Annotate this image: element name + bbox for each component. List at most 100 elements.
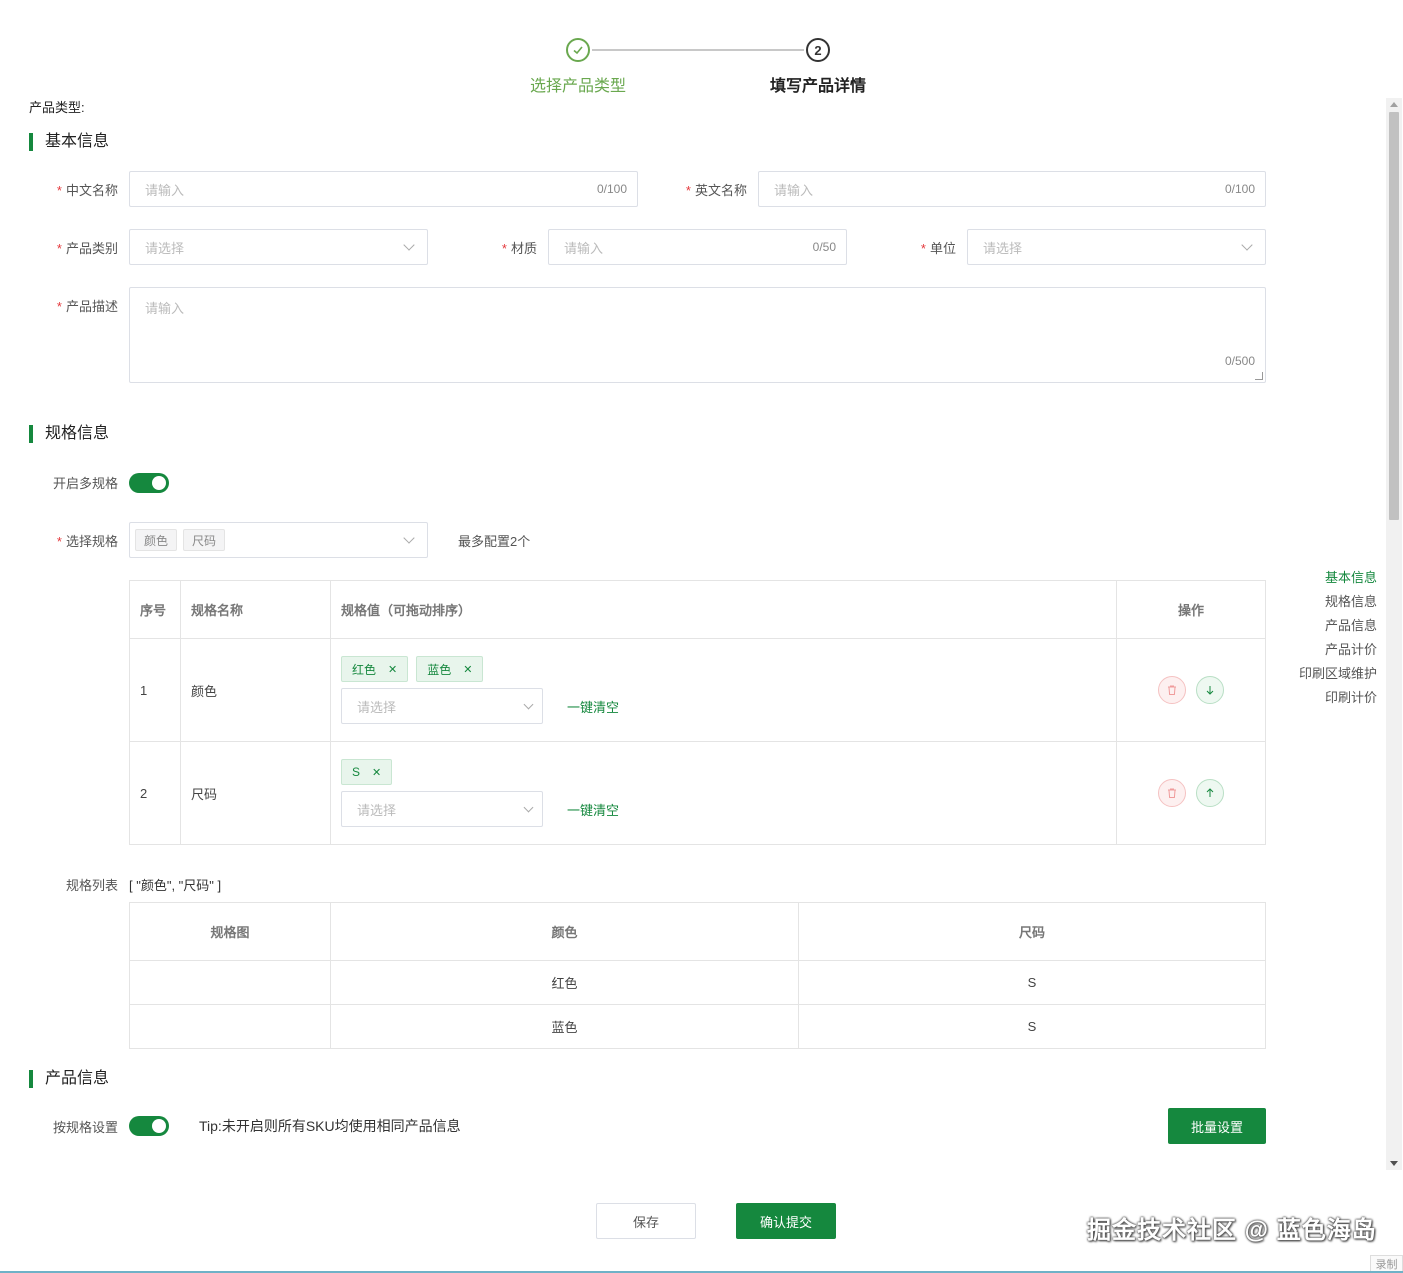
value-select[interactable]: 请选择 <box>341 791 543 827</box>
select-spec-label: * 选择规格 <box>56 534 118 549</box>
multi-spec-switch[interactable] <box>129 473 169 493</box>
row-spec-name: 尺码 <box>180 742 330 844</box>
submit-button[interactable]: 确认提交 <box>736 1203 836 1239</box>
chevron-down-icon <box>403 532 415 544</box>
close-icon[interactable]: ✕ <box>372 766 381 779</box>
switch-knob <box>152 1119 166 1133</box>
clear-all-link[interactable]: 一键清空 <box>567 800 619 819</box>
sku-image-cell[interactable] <box>130 961 330 1004</box>
cn-name-count: 0/100 <box>596 182 627 196</box>
value-tag[interactable]: 蓝色 ✕ <box>416 656 484 682</box>
chevron-down-icon <box>523 802 534 812</box>
section-title-product-info: 产品信息 <box>29 1070 109 1088</box>
table-row: 1 颜色 红色 ✕ 蓝色 ✕ 请选择 一键清空 <box>130 638 1265 741</box>
value-tag[interactable]: S ✕ <box>341 759 393 785</box>
material-count: 0/50 <box>812 240 836 254</box>
anchor-nav: 基本信息 规格信息 产品信息 产品计价 印刷区域维护 印刷计价 <box>1299 566 1377 710</box>
row-spec-name: 颜色 <box>180 639 330 741</box>
product-type-label: 产品类型: <box>29 100 85 115</box>
anchor-item-print-pricing[interactable]: 印刷计价 <box>1299 686 1377 710</box>
batch-set-button[interactable]: 批量设置 <box>1168 1108 1266 1144</box>
section-title-spec: 规格信息 <box>29 425 109 443</box>
material-input[interactable]: 请输入 0/50 <box>548 229 847 265</box>
scrollbar-thumb[interactable] <box>1389 112 1399 520</box>
category-select[interactable]: 请选择 <box>129 229 428 265</box>
desc-label: * 产品描述 <box>56 299 118 314</box>
chevron-down-icon <box>523 699 534 709</box>
spec-tag-color[interactable]: 颜色 <box>135 529 178 551</box>
table-row: 2 尺码 S ✕ 请选择 一键清空 <box>130 741 1265 844</box>
row-operations <box>1116 639 1265 741</box>
header-spec-values: 规格值（可拖动排序） <box>330 581 1116 638</box>
cn-name-label: * 中文名称 <box>56 183 118 198</box>
arrow-up-icon[interactable] <box>1196 779 1224 807</box>
table-row: 红色 S <box>130 960 1265 1004</box>
row-index: 2 <box>140 785 148 801</box>
spec-table-header: 序号 规格名称 规格值（可拖动排序） 操作 <box>130 581 1265 638</box>
spec-table: 序号 规格名称 规格值（可拖动排序） 操作 1 颜色 红色 ✕ 蓝色 ✕ 请选择 一… <box>129 580 1266 845</box>
sku-color: 红色 <box>330 961 798 1004</box>
resize-handle[interactable] <box>1255 372 1263 380</box>
watermark: 掘金技术社区 @ 蓝色海岛 <box>1087 1217 1377 1244</box>
desc-count: 0/500 <box>1224 354 1255 368</box>
cn-name-input[interactable]: 请输入 0/100 <box>129 171 638 207</box>
chevron-down-icon <box>403 239 415 251</box>
step-2-number: 2 <box>806 38 830 62</box>
row-spec-values: S ✕ 请选择 一键清空 <box>330 742 1116 844</box>
anchor-item-spec[interactable]: 规格信息 <box>1299 590 1377 614</box>
sku-table: 规格图 颜色 尺码 红色 S 蓝色 S <box>129 902 1266 1049</box>
steps-bar: 选择产品类型 2 填写产品详情 <box>0 18 1403 95</box>
header-size: 尺码 <box>798 903 1265 960</box>
step-connector <box>592 49 804 51</box>
spec-tag-size[interactable]: 尺码 <box>183 529 226 551</box>
save-button[interactable]: 保存 <box>596 1203 696 1239</box>
anchor-item-basic[interactable]: 基本信息 <box>1299 566 1377 590</box>
close-icon[interactable]: ✕ <box>463 663 472 676</box>
en-name-input[interactable]: 请输入 0/100 <box>758 171 1266 207</box>
unit-label: * 单位 <box>920 241 956 256</box>
by-spec-tip: Tip:未开启则所有SKU均使用相同产品信息 <box>199 1118 461 1134</box>
material-label: * 材质 <box>501 241 537 256</box>
anchor-item-pricing[interactable]: 产品计价 <box>1299 638 1377 662</box>
multi-spec-label: 开启多规格 <box>52 476 118 491</box>
check-icon <box>566 38 590 62</box>
spec-multiselect[interactable]: 颜色 尺码 <box>129 522 428 558</box>
row-index: 1 <box>140 682 148 698</box>
spec-list-value: [ "颜色", "尺码" ] <box>129 878 222 893</box>
arrow-down-icon[interactable] <box>1196 676 1224 704</box>
step-2-label: 填写产品详情 <box>770 78 867 95</box>
scrollbar[interactable] <box>1386 98 1402 1170</box>
sku-size: S <box>798 1005 1265 1048</box>
scroll-up-icon[interactable] <box>1390 102 1398 107</box>
section-title-basic: 基本信息 <box>29 133 109 151</box>
scroll-down-icon[interactable] <box>1390 1161 1398 1166</box>
sku-image-cell[interactable] <box>130 1005 330 1048</box>
sku-color: 蓝色 <box>330 1005 798 1048</box>
by-spec-switch[interactable] <box>129 1116 169 1136</box>
trash-icon[interactable] <box>1158 676 1186 704</box>
value-select[interactable]: 请选择 <box>341 688 543 724</box>
header-spec-image: 规格图 <box>210 925 250 940</box>
anchor-item-print-area[interactable]: 印刷区域维护 <box>1299 662 1377 686</box>
by-spec-label: 按规格设置 <box>52 1120 118 1135</box>
close-icon[interactable]: ✕ <box>388 663 397 676</box>
spec-list-label: 规格列表 <box>65 878 118 893</box>
desc-textarea[interactable]: 请输入 0/500 <box>129 287 1266 383</box>
header-operation: 操作 <box>1116 581 1265 638</box>
row-operations <box>1116 742 1265 844</box>
sku-table-header: 规格图 颜色 尺码 <box>130 903 1265 960</box>
switch-knob <box>152 476 166 490</box>
sku-size: S <box>798 961 1265 1004</box>
header-index: 序号 <box>140 603 167 618</box>
step-1-label[interactable]: 选择产品类型 <box>530 72 626 96</box>
unit-select[interactable]: 请选择 <box>967 229 1266 265</box>
header-spec-name: 规格名称 <box>180 581 330 638</box>
value-tag[interactable]: 红色 ✕ <box>341 656 409 682</box>
en-name-label: * 英文名称 <box>685 183 747 198</box>
clear-all-link[interactable]: 一键清空 <box>567 697 619 716</box>
header-color: 颜色 <box>330 903 798 960</box>
anchor-item-product-info[interactable]: 产品信息 <box>1299 614 1377 638</box>
category-label: * 产品类别 <box>56 241 118 256</box>
row-spec-values: 红色 ✕ 蓝色 ✕ 请选择 一键清空 <box>330 639 1116 741</box>
trash-icon[interactable] <box>1158 779 1186 807</box>
